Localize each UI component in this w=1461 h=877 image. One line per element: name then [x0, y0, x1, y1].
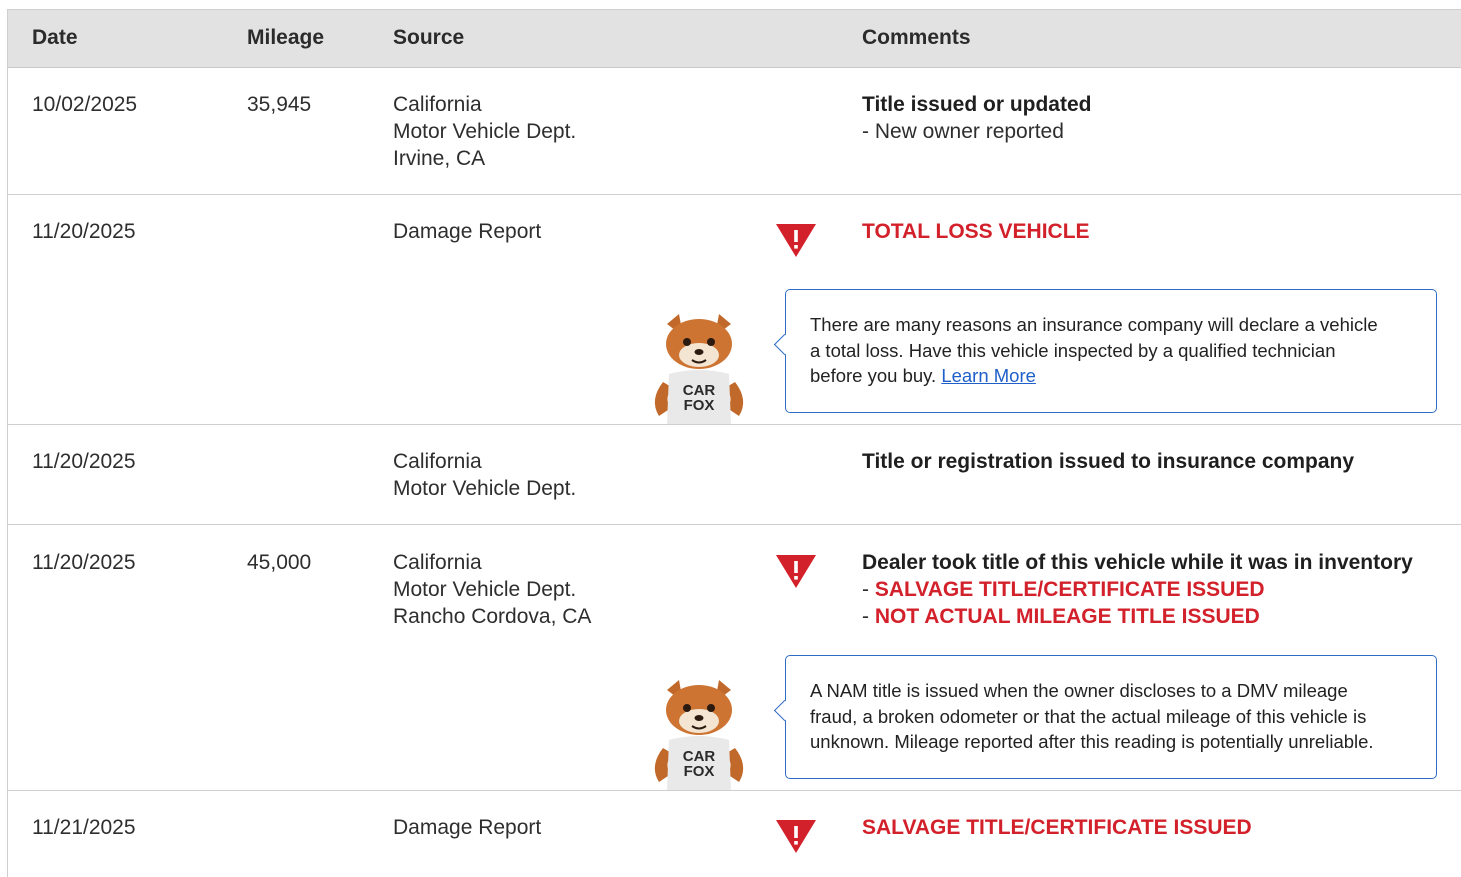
row-comments: Title issued or updated - New owner repo… [862, 91, 1091, 145]
row-date: 10/02/2025 [32, 93, 138, 116]
comment-title-alert: TOTAL LOSS VEHICLE [862, 220, 1090, 243]
row-source: California Motor Vehicle Dept. [393, 448, 576, 502]
row-mileage: 35,945 [247, 93, 312, 116]
total-loss-info-callout: There are many reasons an insurance comp… [773, 289, 1437, 413]
row-comments: Dealer took title of this vehicle while … [862, 549, 1413, 630]
dash: - [862, 120, 875, 143]
source-line: California [393, 551, 482, 574]
source-line: California [393, 93, 482, 116]
callout-text-line: fraud, a broken odometer or that the act… [810, 705, 1367, 727]
column-header-date: Date [32, 26, 78, 49]
dash: - [862, 578, 875, 601]
comment-title-alert: SALVAGE TITLE/CERTIFICATE ISSUED [862, 816, 1252, 839]
source-line: Rancho Cordova, CA [393, 605, 592, 628]
source-line: Motor Vehicle Dept. [393, 477, 577, 500]
callout-text-line: A NAM title is issued when the owner dis… [810, 680, 1348, 701]
callout-text-line: a total loss. Have this vehicle inspecte… [810, 339, 1336, 361]
warning-triangle-icon [776, 555, 816, 588]
column-header-mileage: Mileage [247, 26, 325, 49]
callout-pointer [773, 699, 796, 722]
source-line: Irvine, CA [393, 147, 486, 170]
row-mileage: 45,000 [247, 551, 312, 574]
comment-text: New owner reported [874, 120, 1064, 143]
row-source: California Motor Vehicle Dept. Irvine, C… [393, 91, 576, 172]
table-header: Date Mileage Source Comments [8, 10, 1461, 68]
column-header-comments: Comments [862, 26, 971, 49]
comment-line: - New owner reported [862, 118, 1091, 145]
vehicle-history-table: Date Mileage Source Comments 10/02/2025 … [7, 9, 1461, 877]
comment-title: Title or registration issued to insuranc… [862, 450, 1355, 473]
row-date: 11/20/2025 [32, 551, 136, 574]
mascot-shirt-line: FOX [684, 397, 715, 414]
callout-text-line: unknown. Mileage reported after this rea… [810, 731, 1374, 752]
source-line: Motor Vehicle Dept. [393, 120, 577, 143]
source-line: Damage Report [393, 816, 542, 839]
row-divider [8, 424, 1461, 425]
nam-title-info-callout: A NAM title is issued when the owner dis… [773, 655, 1437, 779]
row-source: Damage Report [393, 218, 541, 245]
comment-alert: NOT ACTUAL MILEAGE TITLE ISSUED [874, 605, 1260, 628]
row-source: Damage Report [393, 814, 541, 841]
source-line: Motor Vehicle Dept. [393, 578, 577, 601]
source-line: California [393, 450, 482, 473]
source-line: Damage Report [393, 220, 542, 243]
row-divider [8, 790, 1461, 791]
row-divider [8, 194, 1461, 195]
callout-pointer [773, 333, 796, 356]
warning-triangle-icon [776, 224, 816, 257]
row-date: 11/20/2025 [32, 450, 136, 473]
comment-alert: SALVAGE TITLE/CERTIFICATE ISSUED [874, 578, 1265, 601]
row-date: 11/21/2025 [32, 816, 136, 839]
callout-text-line: before you buy. [810, 365, 937, 386]
carfox-mascot-icon: CAR FOX [654, 680, 744, 790]
comment-title: Title issued or updated [862, 93, 1092, 116]
comment-title: Dealer took title of this vehicle while … [862, 551, 1413, 574]
carfox-mascot-icon: CAR FOX [654, 314, 744, 424]
row-source: California Motor Vehicle Dept. Rancho Co… [393, 549, 591, 630]
warning-triangle-icon [776, 820, 816, 853]
column-header-source: Source [393, 26, 465, 49]
row-divider [8, 524, 1461, 525]
row-date: 11/20/2025 [32, 220, 136, 243]
dash: - [862, 605, 875, 628]
callout-text-line: There are many reasons an insurance comp… [810, 314, 1378, 335]
mascot-shirt-line: FOX [684, 763, 715, 780]
learn-more-link[interactable]: Learn More [941, 365, 1036, 386]
